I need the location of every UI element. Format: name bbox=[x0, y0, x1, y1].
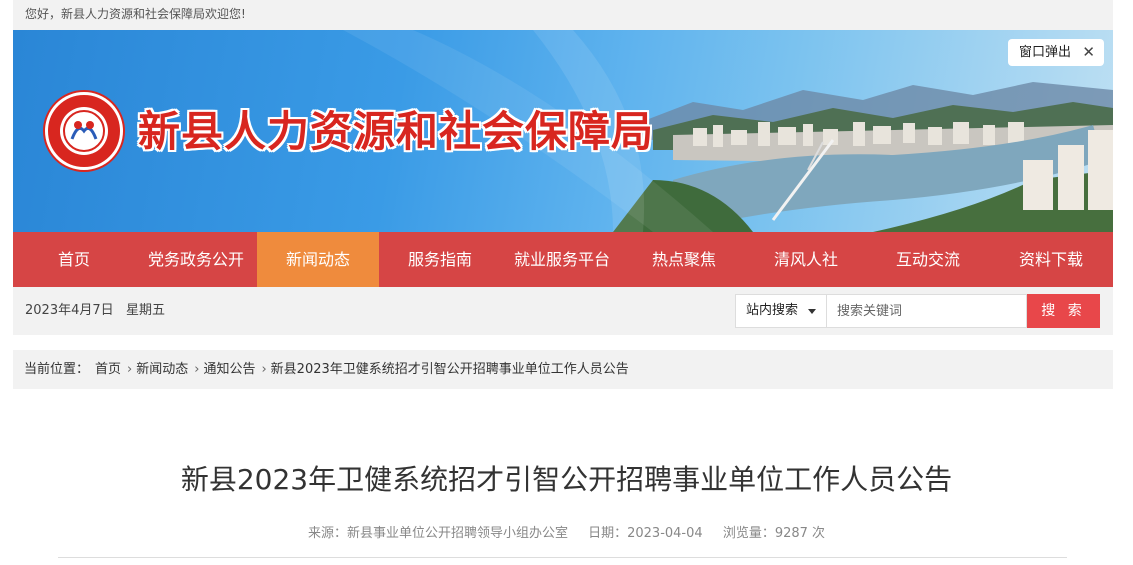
article-source: 来源：新县事业单位公开招聘领导小组办公室 bbox=[307, 526, 568, 541]
nav-item-8[interactable]: 资料下载 bbox=[989, 232, 1113, 287]
nav-item-3[interactable]: 服务指南 bbox=[379, 232, 501, 287]
date-search-bar: 2023年4月7日 星期五 站内搜索 搜 索 bbox=[13, 287, 1113, 335]
breadcrumb-current[interactable]: 新县2023年卫健系统招才引智公开招聘事业单位工作人员公告 bbox=[271, 350, 629, 389]
window-popup-button[interactable]: 窗口弹出 ✕ bbox=[1008, 39, 1104, 66]
emblem-graphic bbox=[60, 107, 108, 155]
chevron-down-icon bbox=[808, 309, 816, 314]
nav-item-4[interactable]: 就业服务平台 bbox=[501, 232, 623, 287]
article-meta: 来源：新县事业单位公开招聘领导小组办公室 日期：2023-04-04 浏览量：9… bbox=[0, 522, 1133, 541]
nav-item-7[interactable]: 互动交流 bbox=[867, 232, 989, 287]
nav-item-6[interactable]: 清风人社 bbox=[745, 232, 867, 287]
site-title: 新县人力资源和社会保障局 bbox=[138, 107, 655, 156]
article-title: 新县2023年卫健系统招才引智公开招聘事业单位工作人员公告 bbox=[180, 463, 953, 496]
close-icon[interactable]: ✕ bbox=[1082, 39, 1095, 66]
main-nav: 首页 党务政务公开 新闻动态 服务指南 就业服务平台 热点聚焦 清风人社 互动交流 资料下载 bbox=[13, 232, 1113, 287]
breadcrumb: 当前位置： 首页 › 新闻动态 › 通知公告 › 新县2023年卫健系统招才引智… bbox=[13, 350, 1113, 389]
department-emblem-icon bbox=[45, 92, 123, 170]
date-value: 2023年4月7日 bbox=[25, 303, 114, 318]
article-date: 日期：2023-04-04 bbox=[588, 526, 703, 541]
breadcrumb-notices[interactable]: 通知公告 bbox=[203, 350, 255, 389]
search-button[interactable]: 搜 索 bbox=[1027, 294, 1100, 328]
nav-item-5[interactable]: 热点聚焦 bbox=[623, 232, 745, 287]
breadcrumb-separator: › bbox=[127, 362, 133, 377]
search-input[interactable] bbox=[827, 294, 1027, 328]
weekday-value: 星期五 bbox=[126, 303, 166, 318]
site-banner: 新县人力资源和社会保障局 窗口弹出 ✕ bbox=[13, 30, 1113, 232]
current-date: 2023年4月7日 星期五 bbox=[25, 287, 165, 335]
divider bbox=[58, 557, 1067, 558]
welcome-bar: 您好，新县人力资源和社会保障局欢迎您! bbox=[13, 0, 1113, 30]
popup-label: 窗口弹出 bbox=[1019, 45, 1072, 60]
search-scope-label: 站内搜索 bbox=[746, 303, 799, 318]
search-scope-select[interactable]: 站内搜索 bbox=[735, 294, 827, 328]
breadcrumb-separator: › bbox=[194, 362, 200, 377]
nav-item-1[interactable]: 党务政务公开 bbox=[135, 232, 257, 287]
breadcrumb-separator: › bbox=[261, 362, 267, 377]
nav-item-0[interactable]: 首页 bbox=[13, 232, 135, 287]
breadcrumb-prefix: 当前位置： bbox=[24, 362, 90, 377]
breadcrumb-news[interactable]: 新闻动态 bbox=[136, 350, 188, 389]
nav-item-2[interactable]: 新闻动态 bbox=[257, 232, 379, 287]
welcome-text: 您好，新县人力资源和社会保障局欢迎您! bbox=[25, 7, 246, 21]
breadcrumb-home[interactable]: 首页 bbox=[95, 350, 121, 389]
article-views: 浏览量：9287 次 bbox=[722, 526, 826, 541]
